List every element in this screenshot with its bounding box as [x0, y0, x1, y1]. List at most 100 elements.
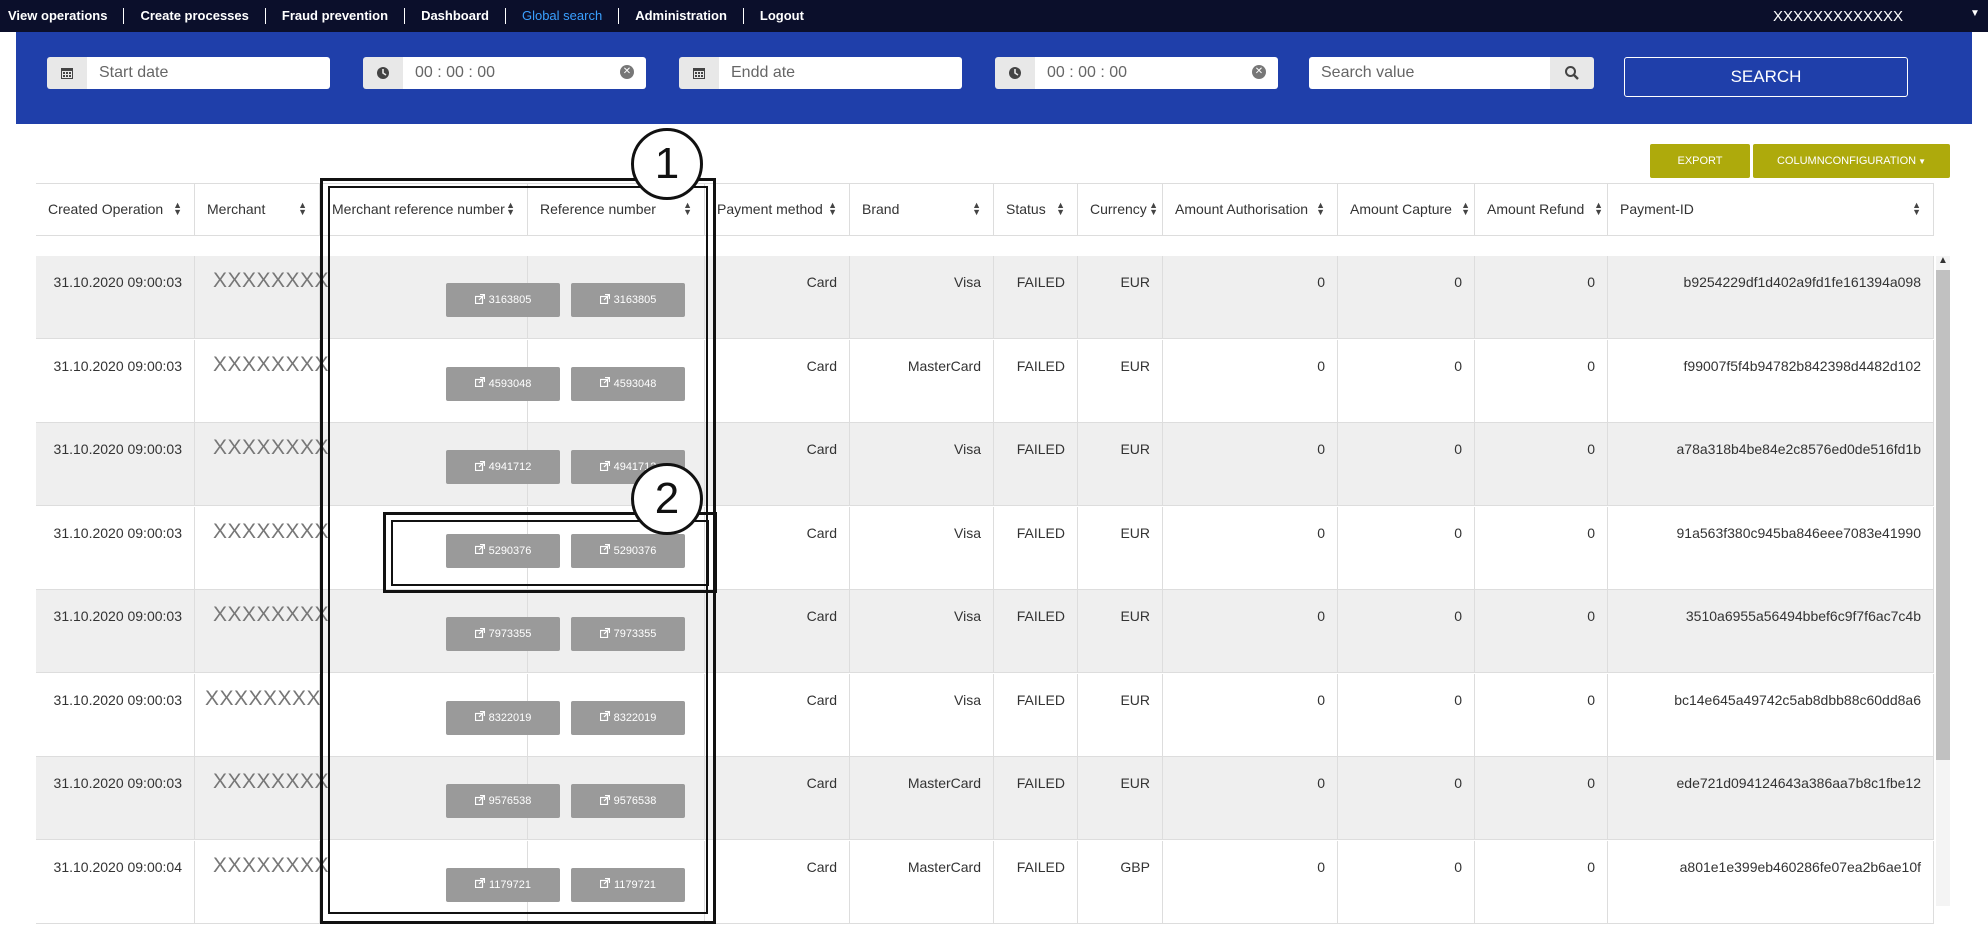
user-menu[interactable]: XXXXXXXXXXXXX — [1773, 8, 1903, 25]
cell-payment-id: 91a563f380c945ba846eee7083e41990 — [1608, 506, 1934, 590]
cell-brand: MasterCard — [850, 757, 994, 840]
cell-method: Card — [705, 256, 850, 339]
cell-merchant: XXXXXXXX — [195, 423, 329, 506]
cell-brand: MasterCard — [850, 840, 994, 924]
col-created-operation[interactable]: Created Operation ▲ ▼ — [36, 183, 195, 235]
cell-auth: 0 — [1163, 423, 1338, 506]
sort-icon[interactable]: ▲ ▼ — [1056, 201, 1065, 217]
capture-value: 0 — [1454, 691, 1462, 708]
search-value-input[interactable]: Search value — [1309, 57, 1550, 89]
col-currency[interactable]: Currency ▲ ▼ — [1078, 183, 1163, 235]
end-date-input[interactable]: Endd ate — [719, 57, 962, 89]
nav-fraud-prevention[interactable]: Fraud prevention — [266, 8, 406, 24]
scrollbar-thumb[interactable] — [1936, 270, 1950, 760]
calendar-icon[interactable] — [679, 57, 719, 89]
merchant-value: XXXXXXXX — [213, 853, 330, 877]
refund-value: 0 — [1587, 441, 1595, 457]
scroll-up-icon[interactable]: ▲ — [1938, 255, 1948, 266]
top-navigation: View operations Create processes Fraud p… — [0, 0, 1988, 32]
currency-value: EUR — [1120, 775, 1150, 791]
cell-capture: 0 — [1338, 757, 1475, 840]
sort-icon[interactable]: ▲ ▼ — [1912, 201, 1921, 217]
brand-value: Visa — [954, 274, 981, 290]
sort-icon[interactable]: ▲ ▼ — [1461, 201, 1470, 217]
sort-icon[interactable]: ▲ ▼ — [828, 201, 837, 217]
sort-icon[interactable]: ▲ ▼ — [972, 201, 981, 217]
col-payment-method[interactable]: Payment method ▲ ▼ — [705, 183, 850, 235]
merchant-value: XXXXXXXX — [213, 269, 330, 292]
brand-value: Visa — [954, 691, 981, 708]
start-time-group: 00 : 00 : 00 ✕ — [363, 57, 646, 89]
brand-value: MasterCard — [907, 858, 981, 875]
col-status[interactable]: Status ▲ ▼ — [994, 183, 1078, 235]
column-configuration-button[interactable]: COLUMNCONFIGURATION ▼ — [1753, 144, 1950, 178]
cell-method: Card — [705, 590, 850, 673]
capture-value: 0 — [1454, 858, 1462, 875]
cell-currency: EUR — [1078, 506, 1163, 590]
calendar-icon[interactable] — [47, 57, 87, 89]
cell-currency: EUR — [1078, 256, 1163, 339]
sort-icon[interactable]: ▲ ▼ — [1316, 201, 1325, 217]
col-merchant[interactable]: Merchant ▲ ▼ — [195, 183, 320, 235]
sort-icon[interactable]: ▲ ▼ — [298, 201, 307, 217]
cell-created: 31.10.2020 09:00:03 — [36, 423, 195, 506]
payment-id-value: f99007f5f4b94782b842398d4482d102 — [1683, 357, 1921, 374]
merchant-value: XXXXXXXX — [205, 686, 322, 710]
cell-method: Card — [705, 339, 850, 423]
col-amount-refund[interactable]: Amount Refund ▲ ▼ — [1475, 183, 1608, 235]
nav-administration[interactable]: Administration — [619, 8, 744, 24]
caret-down-icon[interactable]: ▼ — [1970, 8, 1980, 19]
created-operation-value: 31.10.2020 09:00:03 — [53, 608, 182, 624]
nav-logout[interactable]: Logout — [744, 8, 820, 24]
clock-icon[interactable] — [363, 57, 403, 89]
cell-created: 31.10.2020 09:00:03 — [36, 256, 195, 339]
payment-id-value: a78a318b4be84e2c8576ed0de516fd1b — [1676, 441, 1921, 457]
annotation-callout-2: 2 — [631, 463, 703, 535]
nav-global-search[interactable]: Global search — [506, 8, 620, 24]
export-button[interactable]: EXPORT — [1650, 144, 1750, 178]
sort-icon[interactable]: ▲ ▼ — [1149, 201, 1158, 217]
sort-icon[interactable]: ▲ ▼ — [1594, 201, 1603, 217]
col-amount-capture[interactable]: Amount Capture ▲ ▼ — [1338, 183, 1475, 235]
start-time-input[interactable]: 00 : 00 : 00 ✕ — [403, 57, 646, 89]
start-date-input[interactable]: Start date — [87, 57, 330, 89]
cell-created: 31.10.2020 09:00:03 — [36, 506, 195, 590]
search-button[interactable]: SEARCH — [1624, 57, 1908, 97]
column-configuration-label: COLUMNCONFIGURATION — [1776, 155, 1917, 167]
created-operation-value: 31.10.2020 09:00:04 — [53, 858, 182, 875]
clear-icon[interactable]: ✕ — [1252, 65, 1266, 79]
cell-auth: 0 — [1163, 506, 1338, 590]
auth-value: 0 — [1317, 524, 1325, 541]
payment-id-value: bc14e645a49742c5ab8dbb88c60dd8a6 — [1674, 691, 1921, 708]
cell-refund: 0 — [1475, 590, 1608, 673]
search-icon[interactable] — [1550, 57, 1594, 89]
status-value: FAILED — [1016, 608, 1065, 624]
nav-dashboard[interactable]: Dashboard — [405, 8, 506, 24]
auth-value: 0 — [1317, 357, 1325, 374]
clock-icon[interactable] — [995, 57, 1035, 89]
cell-capture: 0 — [1338, 256, 1475, 339]
nav-create-processes[interactable]: Create processes — [124, 8, 266, 24]
brand-value: Visa — [954, 441, 981, 457]
status-value: FAILED — [1016, 775, 1065, 791]
col-amount-authorisation[interactable]: Amount Authorisation ▲ ▼ — [1163, 183, 1338, 235]
payment-id-value: b9254229df1d402a9fd1fe161394a098 — [1683, 274, 1921, 290]
currency-value: EUR — [1120, 524, 1150, 541]
sort-icon[interactable]: ▲ ▼ — [173, 201, 182, 217]
search-value-group: Search value — [1309, 57, 1594, 89]
cell-payment-id: a78a318b4be84e2c8576ed0de516fd1b — [1608, 423, 1934, 506]
nav-view-operations[interactable]: View operations — [6, 8, 125, 24]
method-value: Card — [806, 691, 837, 708]
cell-payment-id: ede721d094124643a386aa7b8c1fbe12 — [1608, 757, 1934, 840]
col-payment-id[interactable]: Payment-ID ▲ ▼ — [1608, 183, 1934, 235]
refund-value: 0 — [1587, 274, 1595, 290]
currency-value: EUR — [1120, 441, 1150, 457]
cell-currency: EUR — [1078, 590, 1163, 673]
end-time-input[interactable]: 00 : 00 : 00 ✕ — [1035, 57, 1278, 89]
method-value: Card — [806, 274, 837, 290]
cell-brand: Visa — [850, 423, 994, 506]
method-value: Card — [806, 858, 837, 875]
clear-icon[interactable]: ✕ — [620, 65, 634, 79]
payment-id-value: a801e1e399eb460286fe07ea2b6ae10f — [1679, 858, 1921, 875]
col-brand[interactable]: Brand ▲ ▼ — [850, 183, 994, 235]
